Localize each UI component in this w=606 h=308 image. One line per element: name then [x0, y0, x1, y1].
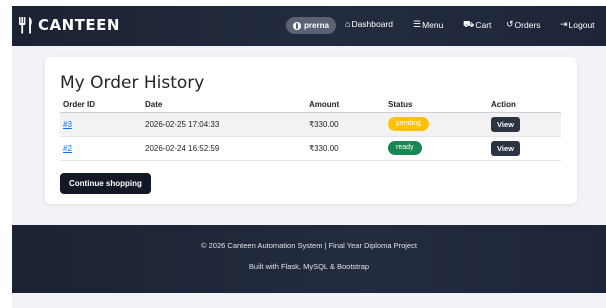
- home-icon: ⌂: [345, 19, 351, 29]
- nav-dashboard[interactable]: ⌂ Dashboard: [345, 19, 393, 29]
- action-cell: View: [488, 112, 561, 137]
- page: CANTEEN prerna ⌂ Dashboard ☰ Menu ⛟ Cart…: [12, 6, 606, 308]
- order-date: 2026-02-25 17:04:33: [142, 112, 306, 137]
- list-icon: ☰: [413, 19, 422, 29]
- footer-credits: Built with Flask, MySQL & Bootstrap: [248, 262, 370, 271]
- logout-icon: ⇥: [560, 19, 568, 29]
- order-link[interactable]: #3: [63, 120, 72, 129]
- nav-dashboard-label: Dashboard: [351, 19, 394, 29]
- navbar: CANTEEN prerna ⌂ Dashboard ☰ Menu ⛟ Cart…: [12, 6, 606, 46]
- fork-knife-icon: [19, 17, 32, 34]
- footer-copyright: © 2026 Canteen Automation System | Final…: [201, 241, 417, 250]
- status-badge: ready: [388, 141, 422, 155]
- status-badge: pending: [388, 117, 429, 131]
- col-header-date: Date: [142, 98, 306, 113]
- nav-logout[interactable]: ⇥ Logout: [560, 19, 595, 30]
- history-icon: ↺: [506, 19, 514, 29]
- col-header-status: Status: [385, 98, 488, 113]
- table-row: #2 2026-02-24 16:52:59 ₹330.00 ready Vie…: [60, 136, 561, 161]
- col-header-action: Action: [488, 98, 561, 113]
- order-id-cell: #2: [60, 136, 142, 161]
- nav-cart-label: Cart: [475, 20, 492, 30]
- order-link[interactable]: #2: [63, 144, 72, 153]
- brand-name: CANTEEN: [38, 16, 120, 34]
- continue-shopping-button[interactable]: Continue shopping: [60, 173, 151, 194]
- col-header-amount: Amount: [306, 98, 385, 113]
- nav-orders[interactable]: ↺ Orders: [506, 19, 541, 30]
- brand-link[interactable]: CANTEEN: [18, 16, 120, 34]
- status-cell: ready: [385, 136, 488, 161]
- table-row: #3 2026-02-25 17:04:33 ₹330.00 pending V…: [60, 112, 561, 137]
- nav-logout-label: Logout: [568, 19, 595, 30]
- col-header-order-id: Order ID: [60, 98, 142, 113]
- nav-menu-label: Menu: [422, 19, 444, 30]
- order-id-cell: #3: [60, 112, 142, 137]
- view-button[interactable]: View: [491, 140, 520, 156]
- user-name: prerna: [304, 21, 329, 30]
- table-header-row: Order ID Date Amount Status Action: [60, 98, 561, 113]
- nav-menu[interactable]: ☰ Menu: [413, 19, 443, 30]
- order-history-card: My Order History Order ID Date Amount St…: [45, 57, 577, 204]
- footer: © 2026 Canteen Automation System | Final…: [12, 225, 606, 293]
- action-cell: View: [488, 136, 561, 161]
- orders-table: Order ID Date Amount Status Action #3 20…: [60, 98, 561, 161]
- order-date: 2026-02-24 16:52:59: [142, 136, 306, 161]
- order-amount: ₹330.00: [306, 112, 385, 137]
- info-icon: [293, 21, 301, 30]
- user-badge: prerna: [286, 17, 336, 34]
- cart-icon: ⛟: [463, 19, 475, 29]
- status-cell: pending: [385, 112, 488, 137]
- nav-orders-label: Orders: [514, 19, 541, 30]
- order-amount: ₹330.00: [306, 136, 385, 161]
- page-title: My Order History: [60, 73, 205, 93]
- nav-cart[interactable]: ⛟ Cart: [463, 19, 491, 31]
- view-button[interactable]: View: [491, 116, 520, 132]
